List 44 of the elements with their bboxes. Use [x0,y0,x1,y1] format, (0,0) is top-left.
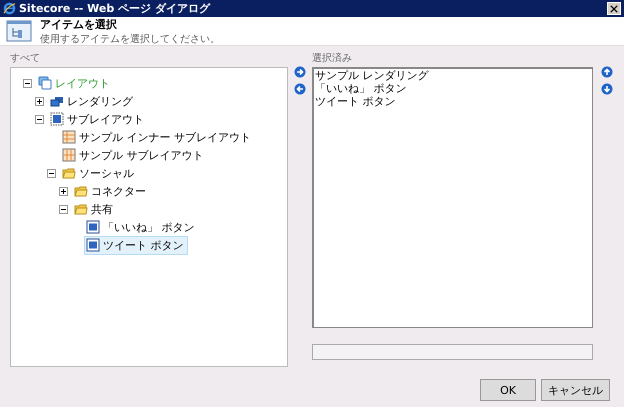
collapse-icon[interactable] [35,114,44,124]
tree-window-icon [6,20,32,42]
tree-item[interactable]: 共有 [72,200,117,218]
move-down-icon[interactable] [601,83,613,95]
list-item[interactable]: 「いいね」 ボタン [315,82,591,95]
collapse-icon[interactable] [47,168,56,178]
folder-icon [74,202,88,216]
tree-item[interactable]: ソーシャル [60,164,138,182]
dialog-instruction: 使用するアイテムを選択してください。 [40,32,220,46]
list-item[interactable]: ツイート ボタン [315,95,591,108]
rendering-icon [50,94,64,108]
collapse-icon[interactable] [23,78,32,88]
list-item[interactable]: サンプル レンダリング [315,69,591,82]
move-up-icon[interactable] [601,66,613,78]
folder-icon [74,184,88,198]
close-button[interactable] [607,2,621,15]
grid-icon [62,148,76,162]
panel-label: すべて [10,52,41,66]
browser-icon [3,2,16,15]
tree-item[interactable]: サンプル サブレイアウト [60,146,208,164]
window-title: Sitecore -- Web ページ ダイアログ [19,1,212,16]
tree-item[interactable]: サンプル インナー サブレイアウト [60,128,255,146]
collapse-icon[interactable] [59,204,68,214]
expand-icon[interactable] [35,96,44,106]
button-icon [86,220,100,234]
tree-item[interactable]: サブレイアウト [48,110,148,128]
folder-icon [62,166,76,180]
add-arrow-icon[interactable] [294,66,306,78]
tree-item[interactable]: レイアウト [36,74,114,92]
grid-icon [62,130,76,144]
layout-icon [38,76,52,90]
panel-label: 選択済み [312,52,353,66]
tree-item[interactable]: コネクター [72,182,150,200]
tree-item[interactable]: ツイート ボタン [84,236,188,254]
remove-arrow-icon[interactable] [294,83,306,95]
tree-item[interactable]: レンダリング [48,92,137,110]
cancel-button[interactable]: キャンセル [541,379,610,401]
tree-item[interactable]: 「いいね」 ボタン [84,218,198,236]
expand-icon[interactable] [59,186,68,196]
dialog-heading: アイテムを選択 [40,16,118,32]
button-icon [86,238,100,252]
ok-button[interactable]: OK [480,379,536,401]
input-field[interactable] [312,344,593,360]
sublayout-icon [50,112,64,126]
